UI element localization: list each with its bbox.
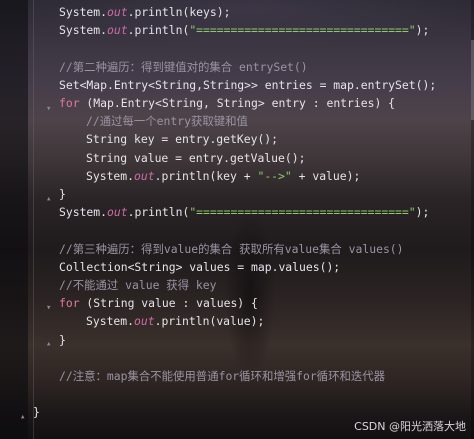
code-line[interactable]: System.out.println(value); xyxy=(86,312,264,330)
string-literal: "-->" xyxy=(257,168,292,183)
background-photo-figure xyxy=(205,200,295,380)
string-literal: "===============================" xyxy=(189,23,416,38)
comment: //第三种遍历：得到value的集合 获取所有value集合 values() xyxy=(59,241,404,256)
code-line[interactable]: System.out.println(key + "-->" + value); xyxy=(86,167,360,185)
code-token: .println(key + xyxy=(154,168,258,183)
fold-marker-icon[interactable]: ▴ xyxy=(46,339,58,349)
code-line[interactable]: for (Map.Entry<String, String> entry : e… xyxy=(59,94,395,112)
code-token: } xyxy=(59,332,66,347)
code-token: String value = entry.getValue(); xyxy=(86,150,306,165)
comment: //第二种遍历：得到键值对的集合 entrySet() xyxy=(59,59,308,74)
code-token: System. xyxy=(59,23,108,38)
fold-marker-icon[interactable]: ▾ xyxy=(46,104,58,114)
code-token: Collection<String> values = map.values()… xyxy=(59,259,341,274)
code-token: } xyxy=(59,187,66,201)
code-token: .println(keys); xyxy=(127,5,231,19)
code-line[interactable]: Set<Map.Entry<String,String>> entries = … xyxy=(59,76,436,94)
code-token: System. xyxy=(59,5,108,19)
code-editor[interactable]: ▾ ▴ ▾ ▴ ▴ System.out.println(keys); Syste… xyxy=(0,0,474,439)
comment: //注意：map集合不能使用普通for循环和增强for循环和迭代器 xyxy=(59,369,386,383)
code-token: .println( xyxy=(127,23,190,38)
code-token: System. xyxy=(86,314,135,329)
code-line[interactable]: //注意：map集合不能使用普通for循环和增强for循环和迭代器 xyxy=(59,367,385,385)
keyword: for xyxy=(59,96,80,110)
watermark: CSDN @阳光洒落大地 xyxy=(354,420,466,433)
code-line[interactable]: //第三种遍历：得到value的集合 获取所有value集合 values() xyxy=(59,240,404,258)
editor-gutter xyxy=(0,0,28,439)
string-literal: "===============================" xyxy=(189,205,416,220)
code-token: ); xyxy=(415,23,430,38)
field: out xyxy=(107,205,128,220)
code-token: .println( xyxy=(127,205,190,220)
field: out xyxy=(134,314,155,329)
code-line[interactable]: //第二种遍历：得到键值对的集合 entrySet() xyxy=(59,58,308,76)
code-line[interactable]: Collection<String> values = map.values()… xyxy=(59,258,340,276)
code-token: (Map.Entry<String, String> entry : entri… xyxy=(79,96,396,110)
code-token: } xyxy=(33,405,40,420)
code-line[interactable]: String value = entry.getValue(); xyxy=(86,149,305,167)
code-line[interactable]: System.out.println("====================… xyxy=(59,203,429,221)
fold-marker-icon[interactable]: ▴ xyxy=(46,194,58,204)
field: out xyxy=(107,23,128,38)
code-line[interactable]: } xyxy=(59,331,66,349)
field: out xyxy=(107,5,128,19)
code-line[interactable]: for (String value : values) { xyxy=(59,294,258,312)
comment: //不能通过 value 获得 key xyxy=(59,278,217,292)
code-line[interactable]: System.out.println(keys); xyxy=(59,3,230,21)
fold-marker-icon[interactable]: ▴ xyxy=(20,412,32,422)
keyword: for xyxy=(59,296,80,311)
comment: //通过每一个entry获取键和值 xyxy=(86,114,248,129)
code-token: String key = entry.getKey(); xyxy=(86,132,279,147)
code-token: + value); xyxy=(291,168,361,183)
code-token: (String value : values) { xyxy=(79,296,258,311)
code-line[interactable]: //不能通过 value 获得 key xyxy=(59,276,217,294)
code-token: Set<Map.Entry<String,String>> entries = … xyxy=(59,77,437,92)
fold-marker-icon[interactable]: ▾ xyxy=(46,303,58,313)
code-line[interactable]: //通过每一个entry获取键和值 xyxy=(86,112,248,130)
code-line[interactable]: } xyxy=(33,403,40,421)
code-token: System. xyxy=(59,205,108,220)
code-line[interactable]: System.out.println("====================… xyxy=(59,21,429,39)
code-token: ); xyxy=(415,205,430,220)
code-token: .println(value); xyxy=(154,314,265,329)
gutter-divider xyxy=(33,0,34,439)
code-line[interactable]: String key = entry.getKey(); xyxy=(86,130,278,148)
code-line[interactable]: } xyxy=(59,185,66,203)
code-token: System. xyxy=(86,168,135,183)
field: out xyxy=(134,168,155,183)
